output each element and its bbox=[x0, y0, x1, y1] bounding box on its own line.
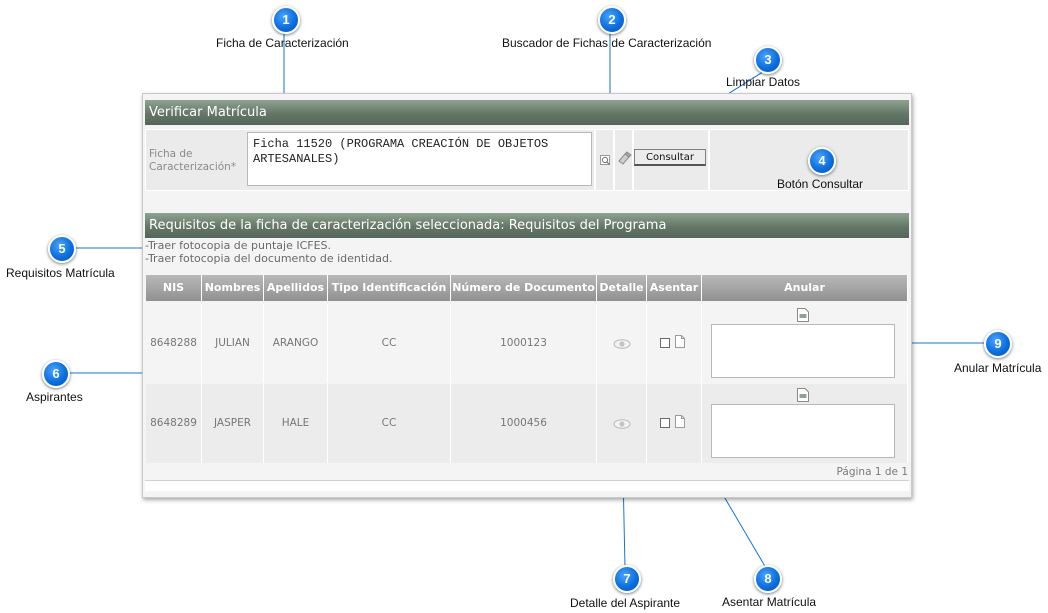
cell-apellidos: ARANGO bbox=[264, 304, 328, 383]
asentar-checkbox[interactable] bbox=[660, 418, 670, 428]
requisitos-title: Requisitos de la ficha de caracterizació… bbox=[145, 213, 909, 238]
cell-anular bbox=[702, 304, 908, 383]
callout-badge-6: 6 bbox=[42, 360, 70, 388]
callout-badge-3: 3 bbox=[754, 46, 782, 74]
col-header-nis: NIS bbox=[146, 275, 202, 301]
callout-label-detalle: Detalle del Aspirante bbox=[570, 596, 681, 610]
cell-documento: 1000456 bbox=[451, 384, 597, 463]
table-row: 8648288 JULIAN ARANGO CC 1000123 bbox=[146, 304, 908, 383]
callout-label-limpiar: Limpiar Datos bbox=[726, 75, 801, 89]
callout-badge-7: 7 bbox=[613, 565, 641, 593]
callout-label-consultar: Botón Consultar bbox=[777, 177, 864, 191]
eraser-icon[interactable] bbox=[617, 151, 632, 166]
verificar-matricula-panel: Verificar Matrícula Ficha de Caracteriza… bbox=[142, 93, 912, 498]
callout-label-asentar: Asentar Matrícula bbox=[722, 595, 817, 609]
cell-nis: 8648289 bbox=[146, 384, 202, 463]
cell-detalle bbox=[597, 304, 647, 383]
cell-nis: 8648288 bbox=[146, 304, 202, 383]
ficha-field-label: Ficha de Caracterización* bbox=[149, 148, 237, 173]
callout-label-aspirantes: Aspirantes bbox=[26, 390, 83, 404]
cell-detalle bbox=[597, 384, 647, 463]
eye-icon[interactable] bbox=[613, 339, 631, 349]
cell-asentar bbox=[647, 304, 702, 383]
document-icon[interactable] bbox=[675, 335, 685, 348]
col-header-nombres: Nombres bbox=[202, 275, 264, 301]
callout-label-ficha: Ficha de Caracterización bbox=[216, 36, 349, 50]
cell-asentar bbox=[647, 384, 702, 463]
eye-icon[interactable] bbox=[613, 419, 631, 429]
callout-label-anular: Anular Matrícula bbox=[954, 361, 1042, 375]
cell-nombres: JULIAN bbox=[202, 304, 264, 383]
callout-badge-9: 9 bbox=[984, 330, 1012, 358]
anular-textarea[interactable] bbox=[711, 324, 895, 378]
ficha-field-cell: Ficha de Caracterización* Ficha 11520 (P… bbox=[145, 129, 595, 191]
document-icon[interactable] bbox=[675, 415, 685, 428]
col-header-apellidos: Apellidos bbox=[264, 275, 328, 301]
cell-anular bbox=[702, 384, 908, 463]
cell-documento: 1000123 bbox=[451, 304, 597, 383]
consultar-button[interactable]: Consultar bbox=[634, 149, 706, 166]
callout-badge-5: 5 bbox=[48, 235, 76, 263]
requisito-item: -Traer fotocopia de puntaje ICFES. bbox=[145, 239, 332, 252]
anular-textarea[interactable] bbox=[711, 404, 895, 458]
col-header-tipo: Tipo Identificación bbox=[328, 275, 451, 301]
requisito-item: -Traer fotocopia del documento de identi… bbox=[145, 252, 393, 265]
callout-badge-4: 4 bbox=[808, 147, 836, 175]
document-attach-icon[interactable] bbox=[797, 308, 809, 322]
cell-apellidos: HALE bbox=[264, 384, 328, 463]
col-header-detalle: Detalle bbox=[597, 275, 647, 301]
clear-cell bbox=[614, 129, 633, 191]
cell-nombres: JASPER bbox=[202, 384, 264, 463]
panel-footer bbox=[145, 480, 909, 491]
callout-label-requisitos: Requisitos Matrícula bbox=[6, 266, 115, 280]
cell-tipo: CC bbox=[328, 384, 451, 463]
search-cell bbox=[595, 129, 614, 191]
ficha-caracterizacion-field[interactable]: Ficha 11520 (PROGRAMA CREACIÓN DE OBJETO… bbox=[247, 132, 592, 186]
callout-badge-1: 1 bbox=[272, 6, 300, 34]
col-header-asentar: Asentar bbox=[647, 275, 702, 301]
callout-label-buscador: Buscador de Fichas de Caracterización bbox=[502, 36, 712, 50]
asentar-checkbox[interactable] bbox=[660, 338, 670, 348]
table-row: 8648289 JASPER HALE CC 1000456 bbox=[146, 384, 908, 463]
magnifier-icon[interactable] bbox=[599, 154, 612, 167]
callout-badge-2: 2 bbox=[598, 6, 626, 34]
cell-tipo: CC bbox=[328, 304, 451, 383]
col-header-documento: Número de Documento bbox=[451, 275, 597, 301]
col-header-anular: Anular bbox=[702, 275, 908, 301]
pagination-text: Página 1 de 1 bbox=[836, 466, 908, 478]
callout-badge-8: 8 bbox=[754, 565, 782, 593]
document-attach-icon[interactable] bbox=[797, 388, 809, 402]
panel-title: Verificar Matrícula bbox=[145, 100, 909, 125]
